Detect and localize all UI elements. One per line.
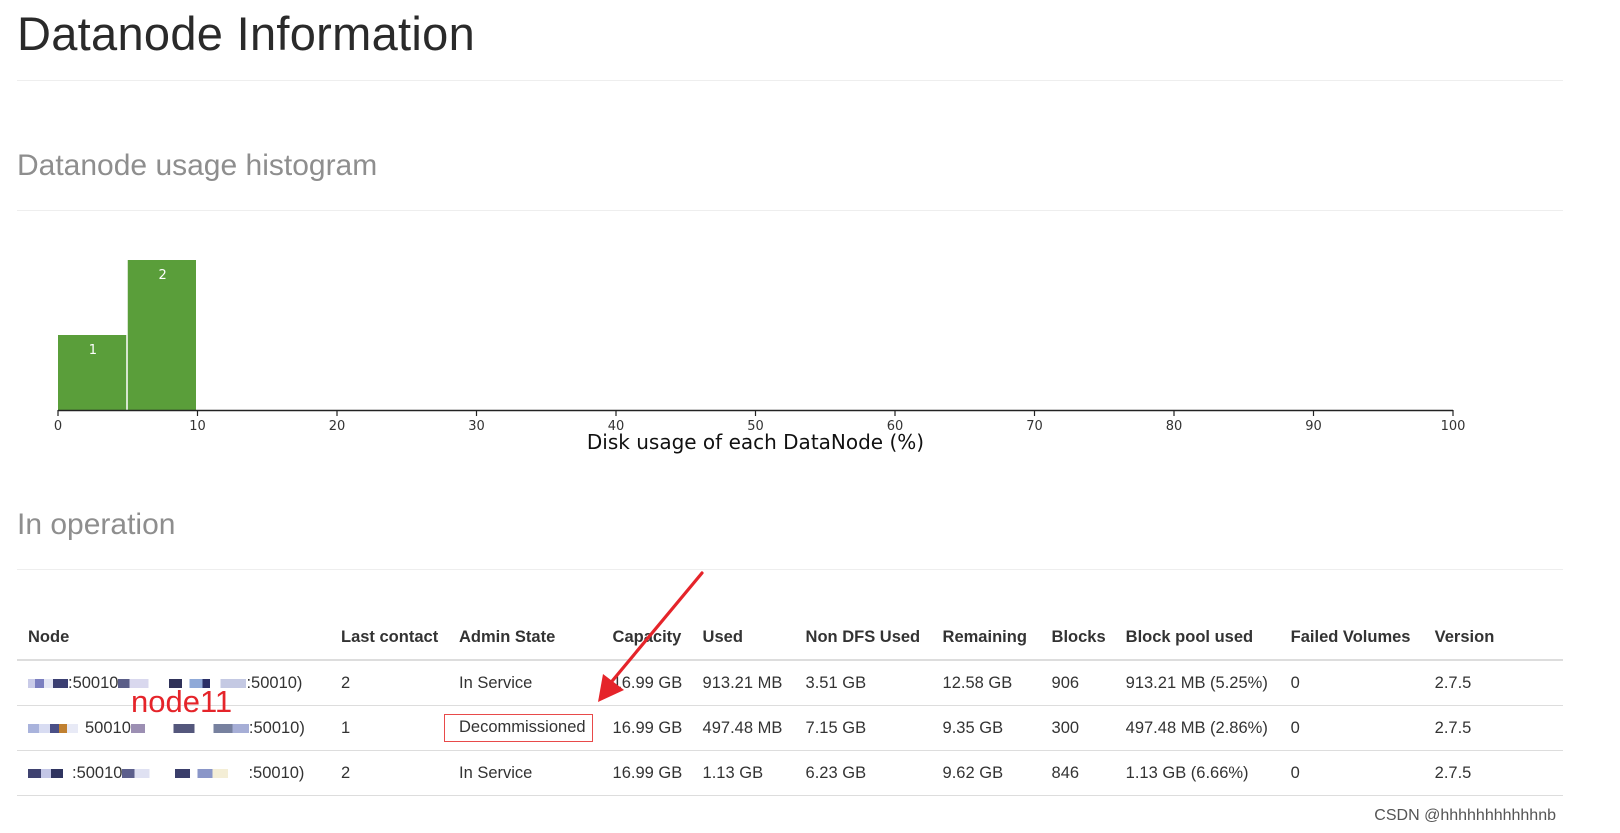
usage-histogram: 120 10 20 30 40 50 60 70 80 90 100Disk usage of ea… [54, 260, 1466, 454]
x-axis-tick-label: 30 [468, 419, 485, 434]
watermark: CSDN @hhhhhhhhhhhnb [1374, 807, 1556, 824]
x-axis-title: Disk usage of each DataNode (%) [587, 430, 924, 454]
histogram-bar-label: 1 [89, 343, 97, 358]
x-axis-tick-label: 100 [1441, 419, 1466, 434]
x-axis-tick-label: 0 [54, 419, 62, 434]
x-axis-tick-label: 20 [329, 419, 346, 434]
x-axis-tick-label: 70 [1026, 419, 1043, 434]
x-axis-tick-label: 90 [1305, 419, 1322, 434]
annotation-label: node11 [131, 684, 233, 719]
x-axis-tick-label: 10 [189, 419, 206, 434]
x-axis-tick-label: 80 [1166, 419, 1183, 434]
histogram-bar-label: 2 [158, 268, 166, 283]
